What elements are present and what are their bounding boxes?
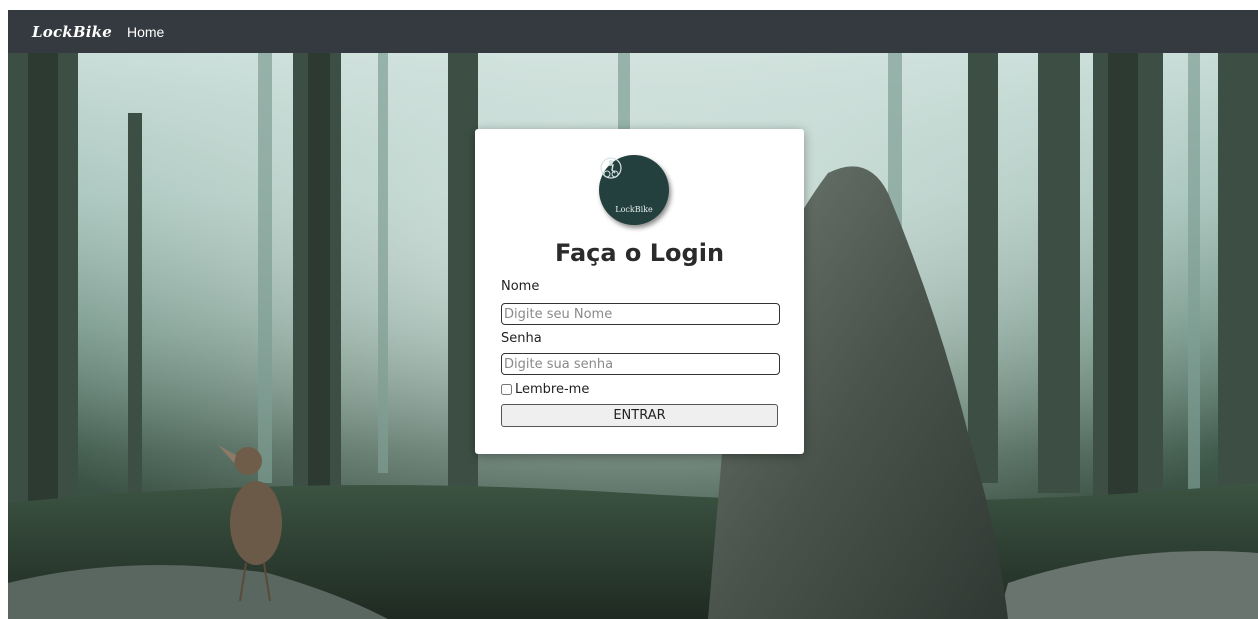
name-label: Nome (501, 279, 540, 294)
login-title: Faça o Login (554, 239, 725, 267)
login-card: LockBike Faça o Login Nome Senha Lembre-… (475, 129, 804, 454)
cyclist-icon (600, 157, 622, 179)
password-label: Senha (501, 331, 542, 346)
brand-logo[interactable]: LockBike (32, 23, 112, 41)
login-submit-button[interactable]: ENTRAR (501, 404, 778, 427)
remember-me-checkbox[interactable] (501, 384, 512, 395)
lockbike-logo: LockBike (599, 155, 669, 225)
navbar: LockBike Home (8, 10, 1258, 53)
name-input[interactable] (501, 303, 780, 325)
page-frame: LockBike Home LockBike Faça o Login Nome… (8, 10, 1258, 619)
remember-me-label: Lembre-me (515, 382, 590, 397)
background-forest-image: LockBike Faça o Login Nome Senha Lembre-… (8, 53, 1258, 619)
remember-me[interactable]: Lembre-me (501, 382, 589, 397)
logo-caption: LockBike (615, 205, 653, 214)
password-input[interactable] (501, 353, 780, 375)
nav-link-home[interactable]: Home (127, 24, 164, 40)
